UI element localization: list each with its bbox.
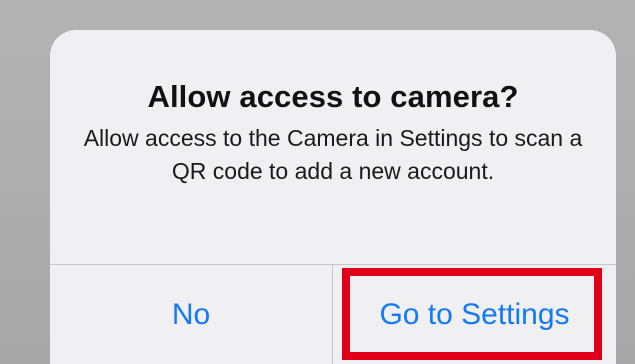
alert-message: Allow access to the Camera in Settings t…	[83, 125, 583, 184]
permission-alert-dialog: Allow access to camera? Allow access to …	[50, 30, 616, 364]
no-button[interactable]: No	[50, 265, 332, 364]
go-to-settings-button[interactable]: Go to Settings	[333, 265, 616, 364]
alert-title: Allow access to camera?	[147, 79, 519, 114]
alert-content: Allow access to camera? Allow access to …	[50, 30, 616, 264]
